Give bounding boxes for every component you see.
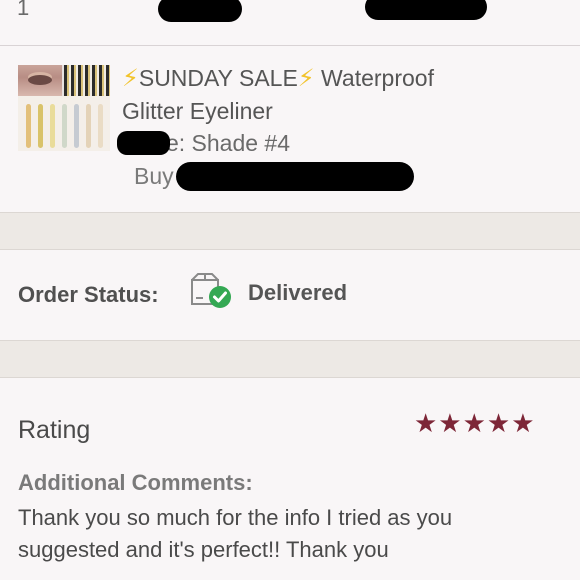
lightning-icon: ⚡	[122, 65, 139, 92]
box-delivered-icon	[190, 272, 234, 310]
item-title-suffix: Waterproof	[321, 65, 434, 91]
redaction-mark	[365, 0, 487, 20]
swatches-photo	[18, 96, 110, 151]
comment-text: Thank you so much for the info I tried a…	[18, 505, 453, 562]
order-detail-page: 1 ⚡SUNDAY SALE⚡ Waterproof Glitter Eyeli…	[0, 0, 580, 580]
order-status-section: Order Status: Delivered	[0, 250, 580, 340]
rating-label: Rating	[18, 416, 91, 444]
comments-label: Additional Comments:	[18, 470, 253, 495]
order-item[interactable]: ⚡SUNDAY SALE⚡ Waterproof Glitter Eyeline…	[0, 46, 580, 212]
rating-section: Rating ★★★★★ Additional Comments: Thank …	[0, 378, 580, 580]
item-title-prefix: SUNDAY SALE	[138, 65, 298, 91]
item-title-line2: Glitter Eyeliner	[122, 98, 273, 124]
order-status-value: Delivered	[248, 280, 348, 305]
eye-photo	[18, 65, 62, 96]
item-quantity: 1	[17, 0, 30, 20]
section-divider	[0, 340, 580, 378]
redaction-mark	[117, 131, 170, 155]
top-strip: 1	[0, 0, 580, 46]
product-thumbnail[interactable]	[18, 65, 110, 151]
item-buyer: Buy	[134, 163, 174, 189]
lightning-icon: ⚡	[297, 65, 315, 92]
redaction-mark	[158, 0, 242, 22]
item-title[interactable]: ⚡SUNDAY SALE⚡ Waterproof Glitter Eyeline…	[122, 62, 562, 128]
star-rating: ★★★★★	[414, 408, 536, 438]
order-status-label: Order Status:	[18, 282, 159, 307]
product-tubes-photo	[64, 65, 110, 96]
redaction-mark	[176, 162, 414, 191]
section-divider	[0, 212, 580, 250]
